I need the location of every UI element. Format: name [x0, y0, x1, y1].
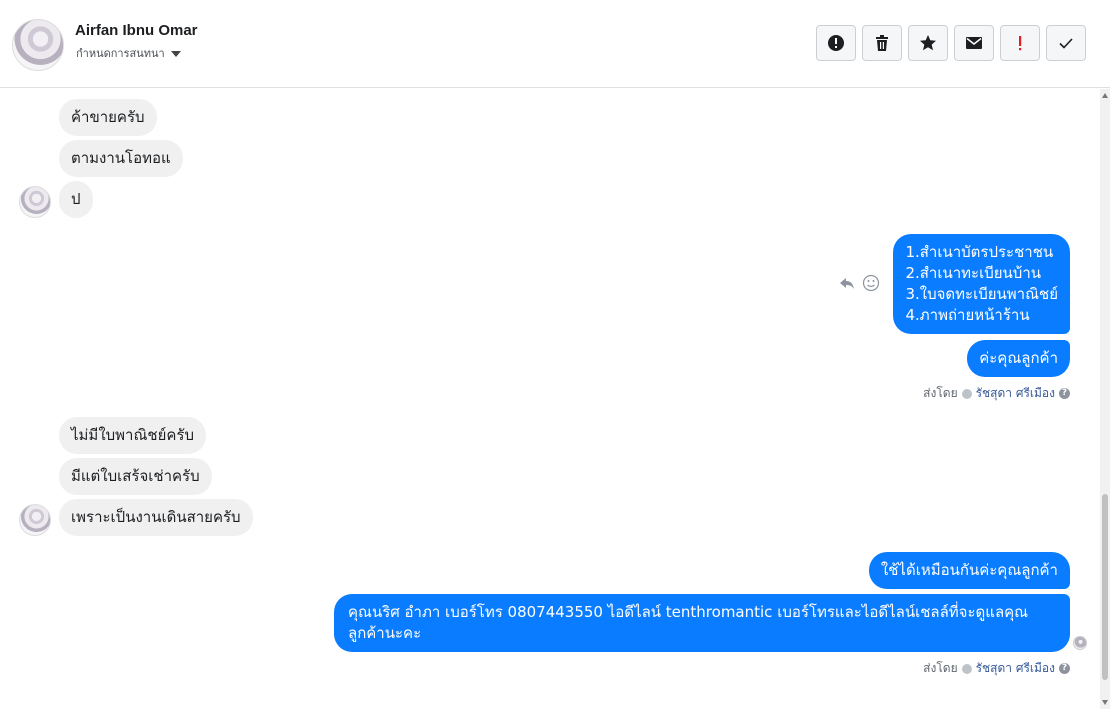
- mark-unread-button[interactable]: [954, 25, 994, 61]
- help-icon[interactable]: ?: [1059, 388, 1070, 399]
- contact-mini-avatar: [19, 186, 51, 218]
- scroll-up-arrow-icon[interactable]: [1102, 93, 1108, 98]
- incoming-message[interactable]: ตามงานโอทอแ: [59, 140, 183, 177]
- envelope-icon: [966, 37, 982, 49]
- assign-conversation-dropdown[interactable]: กำหนดการสนทนา: [76, 44, 181, 62]
- agent-name-link[interactable]: รัชสุดา ศรีเมือง: [976, 384, 1055, 403]
- caret-down-icon: [170, 51, 181, 57]
- outgoing-message[interactable]: ค่ะคุณลูกค้า: [967, 340, 1070, 377]
- conversation-header: Airfan Ibnu Omar กำหนดการสนทนา: [0, 0, 1110, 88]
- reply-icon[interactable]: [838, 274, 856, 292]
- agent-name-link[interactable]: รัชสุดา ศรีเมือง: [976, 659, 1055, 678]
- conversation-toolbar: [816, 25, 1086, 61]
- trash-icon: [876, 35, 888, 51]
- exclamation-icon: [1019, 36, 1022, 51]
- incoming-message[interactable]: เพราะเป็นงานเดินสายครับ: [59, 499, 253, 536]
- sent-by-label: ส่งโดย รัชสุดา ศรีเมือง ?: [923, 659, 1070, 678]
- thread-scrollbar[interactable]: [1100, 89, 1110, 709]
- checkmark-icon: [1059, 38, 1073, 49]
- mark-done-button[interactable]: [1046, 25, 1086, 61]
- smiley-icon[interactable]: [862, 274, 880, 292]
- incoming-message[interactable]: ค้าขายครับ: [59, 99, 157, 136]
- verified-check-icon: [961, 388, 972, 399]
- incoming-message[interactable]: มีแต่ใบเสร้จเช่าครับ: [59, 458, 212, 495]
- alert-circle-icon: [828, 35, 844, 51]
- verified-check-icon: [961, 663, 972, 674]
- spam-button[interactable]: [816, 25, 856, 61]
- delete-button[interactable]: [862, 25, 902, 61]
- sent-by-prefix: ส่งโดย: [923, 661, 958, 675]
- follow-up-button[interactable]: [908, 25, 948, 61]
- star-icon: [920, 35, 936, 51]
- outgoing-message[interactable]: ใช้ได้เหมือนกันค่ะคุณลูกค้า: [868, 552, 1070, 589]
- contact-avatar[interactable]: [12, 19, 64, 71]
- outgoing-message[interactable]: คุณนริศ อำภา เบอร์โทร 0807443550 ไอดีไลน…: [334, 594, 1070, 652]
- message-actions: [838, 274, 880, 292]
- outgoing-message[interactable]: 1.สำเนาบัตรประชาชน 2.สำเนาทะเบียนบ้าน 3.…: [893, 234, 1070, 334]
- help-icon[interactable]: ?: [1059, 663, 1070, 674]
- contact-name[interactable]: Airfan Ibnu Omar: [75, 22, 198, 39]
- message-thread: ค้าขายครับ ตามงานโอทอแ ป 1.สำเนาบัตรประช…: [0, 89, 1100, 709]
- scroll-thumb[interactable]: [1102, 494, 1108, 680]
- seen-avatar: [1073, 636, 1087, 650]
- incoming-message[interactable]: ป: [59, 181, 93, 218]
- scroll-down-arrow-icon[interactable]: [1102, 700, 1108, 705]
- incoming-message[interactable]: ไม่มีใบพาณิชย์ครับ: [59, 417, 206, 454]
- assign-conversation-label: กำหนดการสนทนา: [76, 47, 165, 60]
- sent-by-label: ส่งโดย รัชสุดา ศรีเมือง ?: [923, 384, 1070, 403]
- contact-mini-avatar: [19, 504, 51, 536]
- priority-button[interactable]: [1000, 25, 1040, 61]
- sent-by-prefix: ส่งโดย: [923, 386, 958, 400]
